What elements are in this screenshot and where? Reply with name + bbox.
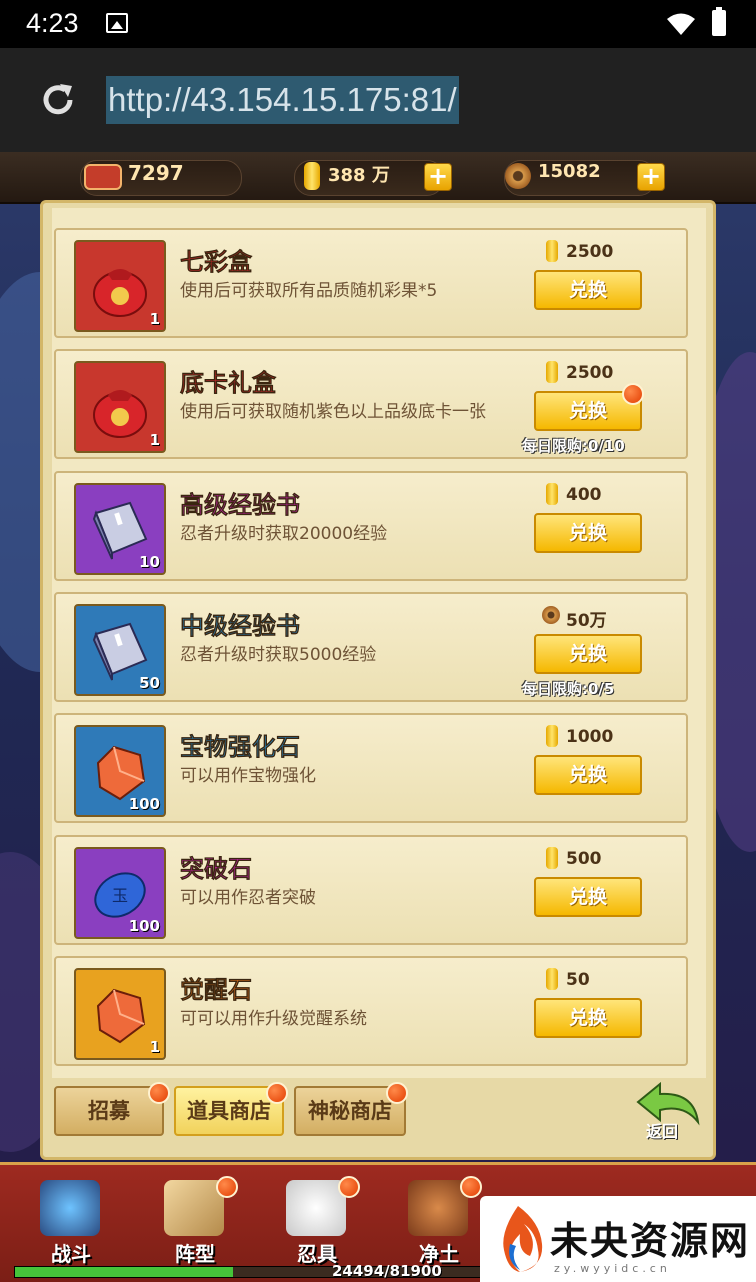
ticket-icon [84, 164, 122, 190]
item-quantity: 1 [149, 310, 160, 328]
watermark-title: 未央资源网 [550, 1219, 751, 1263]
item-icon: 1 [74, 361, 166, 454]
game-canvas: 7297 388 万 + 15082 + 1 七彩盒使用后可获取所有品质随机彩果*… [0, 152, 756, 1282]
image-notification-icon [106, 13, 128, 33]
gold-icon [546, 967, 558, 990]
item-name: 中级经验书 [180, 611, 301, 641]
mask-icon [286, 1180, 346, 1236]
item-quantity: 10 [139, 552, 160, 571]
item-name: 觉醒石 [180, 975, 253, 1005]
nav-formation-badge [216, 1176, 238, 1198]
url-field[interactable]: http://43.154.15.175:81/ [106, 76, 459, 124]
item-quantity: 100 [128, 916, 160, 935]
shop-item-row: 50 中级经验书忍者升级时获取5000经验 50万 兑换每日限购:0/5 [54, 591, 688, 702]
add-coins-button[interactable]: + [637, 163, 665, 191]
redeem-button[interactable]: 兑换 [534, 633, 642, 674]
item-description: 可可以用作升级觉醒系统 [180, 1008, 367, 1029]
item-description: 使用后可获取所有品质随机彩果*5 [180, 281, 438, 301]
resource-bar: 7297 388 万 + 15082 + [0, 152, 756, 204]
coins-value: 15082 [538, 161, 601, 182]
item-description: 忍者升级时获取20000经验 [180, 523, 388, 544]
item-name: 底卡礼盒 [180, 369, 277, 398]
item-description: 可以用作忍者突破 [180, 887, 316, 908]
shop-item-row: 1 觉醒石可可以用作升级觉醒系统 50 兑换 [54, 955, 688, 1066]
gold-value: 388 万 [328, 165, 390, 186]
coin-icon [542, 605, 560, 624]
item-price: 50 [566, 969, 590, 990]
item-price: 2500 [566, 363, 614, 384]
tickets-value: 7297 [128, 161, 184, 185]
redeem-button[interactable]: 兑换 [534, 512, 642, 553]
daily-limit: 每日限购:0/5 [522, 679, 615, 698]
shop-item-row: 100 宝物强化石可以用作宝物强化 1000 兑换 [54, 713, 688, 824]
redeem-button[interactable]: 兑换 [534, 997, 642, 1038]
item-name: 高级经验书 [180, 490, 301, 519]
formation-icon [164, 1180, 224, 1236]
item-price: 2500 [566, 242, 614, 262]
nav-formation[interactable]: 阵型 [150, 1176, 240, 1272]
back-label: 返回 [646, 1122, 679, 1141]
svg-text:玉: 玉 [112, 886, 128, 905]
gold-icon [546, 846, 558, 869]
nav-formation-label: 阵型 [175, 1242, 215, 1266]
item-price: 400 [566, 484, 602, 505]
nav-ninja-tools-badge [338, 1176, 360, 1198]
tab-item-shop-badge [266, 1082, 288, 1104]
item-description: 忍者升级时获取5000经验 [180, 644, 377, 665]
tab-recruit-badge [148, 1082, 170, 1104]
redeem-button[interactable]: 兑换 [534, 876, 642, 917]
item-icon: 1 [74, 240, 166, 332]
xp-fill [15, 1267, 233, 1277]
item-icon: 100 [74, 725, 166, 818]
nav-pure-land[interactable]: 净土 [394, 1176, 484, 1272]
pure-land-icon [408, 1180, 468, 1236]
coin-icon [505, 163, 531, 189]
item-quantity: 100 [128, 795, 160, 814]
shop-item-row: 玉 100 突破石可以用作忍者突破 500 兑换 [54, 834, 688, 945]
item-quantity: 50 [139, 673, 160, 692]
gold-icon [546, 725, 558, 748]
item-description: 使用后可获取随机紫色以上品级底卡一张 [180, 402, 486, 423]
battery-icon [712, 7, 726, 36]
item-name: 宝物强化石 [180, 733, 301, 762]
status-bar: 4:23 [0, 0, 756, 48]
watermark: 未央资源网 zy.wyyidc.cn [480, 1196, 756, 1282]
battle-icon [40, 1180, 100, 1236]
gold-icon [304, 162, 320, 190]
item-price: 1000 [566, 727, 614, 748]
shop-item-row: 10 高级经验书忍者升级时获取20000经验 400 兑换 [54, 470, 688, 581]
daily-limit: 每日限购:0/10 [522, 437, 625, 456]
flame-logo-icon [503, 1206, 543, 1272]
browser-toolbar: http://43.154.15.175:81/ [0, 48, 756, 189]
nav-ninja-tools[interactable]: 忍具 [272, 1176, 362, 1272]
item-icon: 10 [74, 482, 166, 575]
reload-icon[interactable] [38, 80, 78, 120]
xp-text: 24494/81900 [332, 1262, 442, 1280]
nav-battle[interactable]: 战斗 [26, 1176, 116, 1272]
item-description: 可以用作宝物强化 [180, 766, 316, 787]
item-price: 500 [566, 848, 602, 869]
wifi-icon [667, 13, 695, 35]
item-quantity: 1 [149, 1037, 160, 1056]
item-icon: 50 [74, 603, 166, 696]
nav-pure-land-badge [460, 1176, 482, 1198]
redeem-button[interactable]: 兑换 [534, 755, 642, 796]
item-name: 突破石 [180, 854, 253, 883]
item-quantity: 1 [149, 431, 160, 450]
item-icon: 玉 100 [74, 846, 166, 939]
gold-icon [546, 361, 558, 384]
tab-mystery-shop-badge [386, 1082, 408, 1104]
item-icon: 1 [74, 967, 166, 1060]
nav-battle-label: 战斗 [51, 1242, 91, 1266]
shop-item-row: 1 底卡礼盒 使用后可获取随机紫色以上品级底卡一张 2500 兑换 每日限购:0/10 [54, 349, 688, 460]
shop-item-row: 1 七彩盒使用后可获取所有品质随机彩果*5 2500 兑换 [54, 228, 688, 338]
status-time: 4:23 [26, 8, 79, 38]
gold-icon [546, 240, 558, 262]
gold-icon [546, 482, 558, 505]
item-name: 七彩盒 [180, 248, 253, 277]
add-gold-button[interactable]: + [424, 163, 452, 191]
watermark-sub: zy.wyyidc.cn [554, 1262, 671, 1275]
redeem-button[interactable]: 兑换 [534, 270, 642, 310]
item-price: 50万 [566, 610, 607, 631]
